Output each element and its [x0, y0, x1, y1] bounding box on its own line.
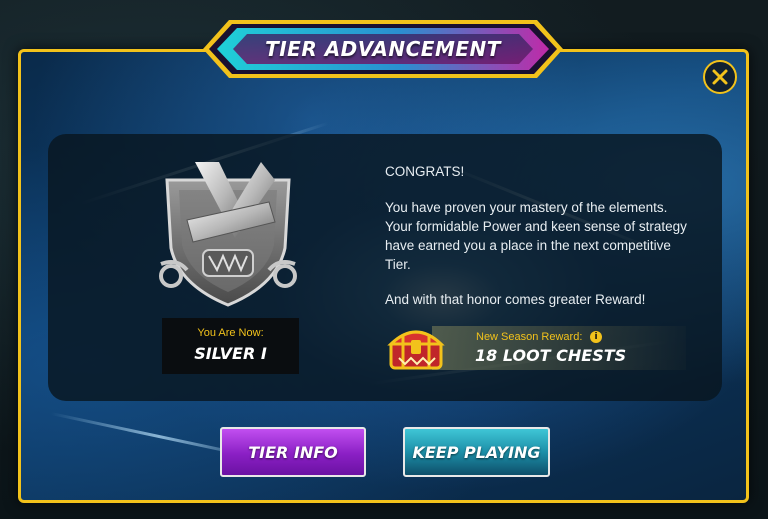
keep-playing-button[interactable]: KEEP PLAYING [403, 427, 550, 477]
silver-tier-badge-icon [157, 160, 299, 310]
tier-info-button[interactable]: TIER INFO [220, 427, 366, 477]
loot-chest-icon [387, 324, 445, 372]
message-paragraph-2: And with that honor comes greater Reward… [385, 292, 646, 307]
reward-label: New Season Reward: [476, 331, 583, 343]
message-paragraph-1: You have proven your mastery of the elem… [385, 200, 687, 272]
current-rank-box: You Are Now: SILVER I [162, 318, 299, 374]
close-x-icon [712, 69, 728, 85]
modal-title: TIER ADVANCEMENT [265, 37, 501, 61]
close-button[interactable] [703, 60, 737, 94]
rank-name: SILVER I [194, 344, 267, 363]
rank-caption: You Are Now: [197, 327, 264, 339]
info-icon[interactable]: i [590, 331, 602, 343]
congrats-text: CONGRATS! [385, 164, 465, 179]
title-banner: TIER ADVANCEMENT [203, 18, 563, 80]
reward-value: 18 LOOT CHESTS [475, 346, 627, 365]
